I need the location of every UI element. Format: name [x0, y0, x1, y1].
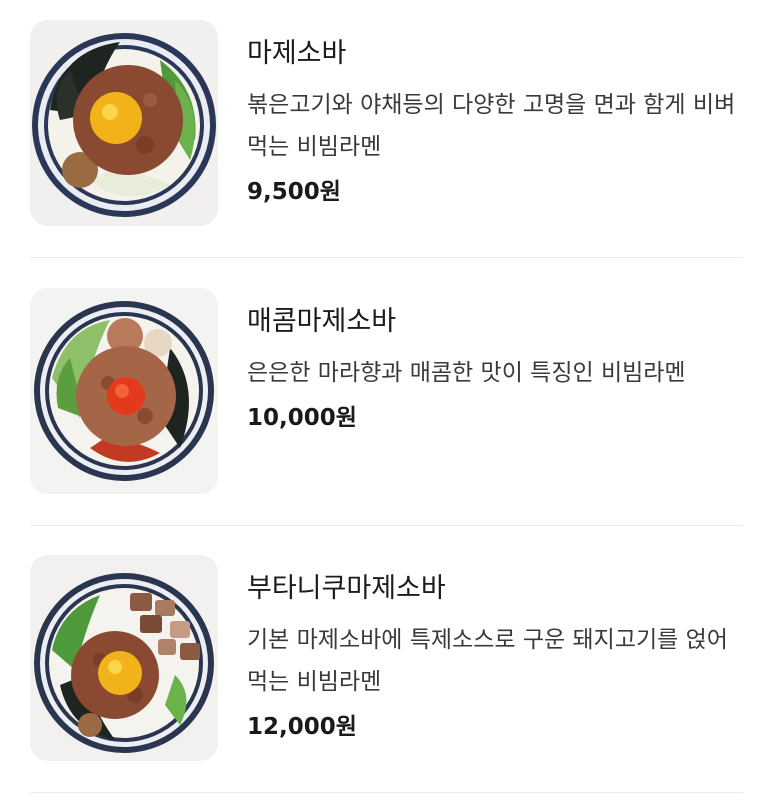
menu-item-info: 마제소바 볶은고기와 야채등의 다양한 고명을 면과 함게 비벼먹는 비빔라멘 …: [247, 36, 753, 208]
menu-item-price: 12,000원: [247, 714, 357, 740]
food-image-butaniku-mazesoba: [30, 555, 218, 761]
menu-item-name: 매콤마제소바: [247, 306, 397, 337]
menu-item-price: 10,000원: [247, 405, 357, 431]
menu-item-info: 매콤마제소바 은은한 마라향과 매콤한 맛이 특징인 비빔라멘 10,000원: [247, 304, 753, 434]
menu-item-mazesoba[interactable]: 마제소바 볶은고기와 야채등의 다양한 고명을 면과 함게 비벼먹는 비빔라멘 …: [0, 0, 773, 268]
food-image-spicy-mazesoba: [30, 288, 218, 494]
menu-item-description: 볶은고기와 야채등의 다양한 고명을 면과 함게 비벼먹는 비빔라멘: [247, 92, 736, 160]
divider: [30, 257, 743, 258]
menu-item-spicy-mazesoba[interactable]: 매콤마제소바 은은한 마라향과 매콤한 맛이 특징인 비빔라멘 10,000원: [0, 268, 773, 536]
menu-item-description: 은은한 마라향과 매콤한 맛이 특징인 비빔라멘: [247, 360, 686, 386]
food-image-mazesoba: [30, 20, 218, 226]
menu-item-name: 부타니쿠마제소바: [247, 573, 446, 604]
menu-list: 마제소바 볶은고기와 야채등의 다양한 고명을 면과 함게 비벼먹는 비빔라멘 …: [0, 0, 773, 796]
menu-item-price: 9,500원: [247, 179, 341, 205]
menu-item-description: 기본 마제소바에 특제소스로 구운 돼지고기를 얹어먹는 비빔라멘: [247, 627, 728, 695]
divider: [30, 525, 743, 526]
menu-item-name: 마제소바: [247, 38, 347, 69]
menu-item-info: 부타니쿠마제소바 기본 마제소바에 특제소스로 구운 돼지고기를 얹어먹는 비빔…: [247, 571, 753, 743]
divider: [30, 792, 743, 793]
menu-item-butaniku-mazesoba[interactable]: 부타니쿠마제소바 기본 마제소바에 특제소스로 구운 돼지고기를 얹어먹는 비빔…: [0, 535, 773, 803]
